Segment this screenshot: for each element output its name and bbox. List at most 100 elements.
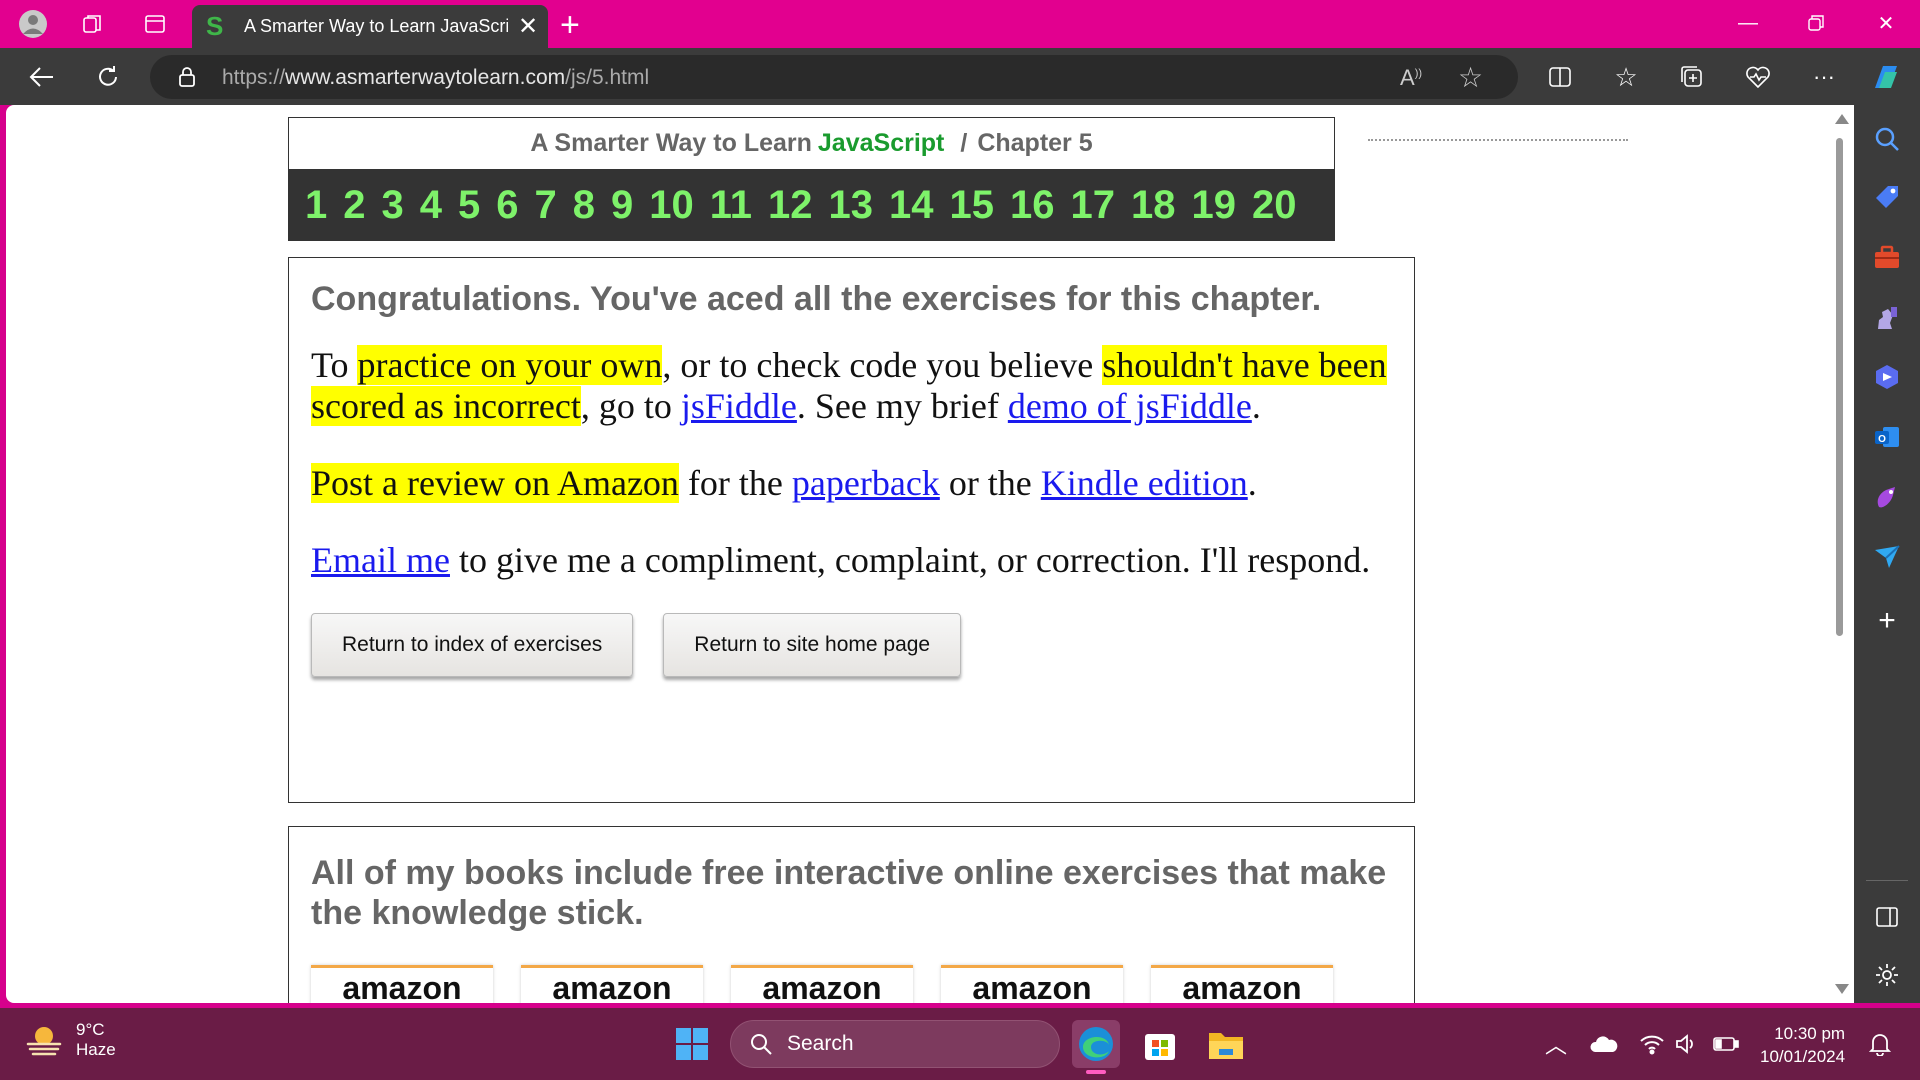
scroll-up-arrow-icon[interactable] [1835,114,1849,124]
outlook-icon[interactable]: O [1871,421,1903,453]
close-window-icon[interactable]: ✕ [1862,6,1910,40]
settings-gear-icon[interactable] [1871,959,1903,991]
back-arrow-icon[interactable] [22,58,62,96]
copilot-icon[interactable] [1866,58,1906,96]
button-row: Return to index of exercises Return to s… [311,613,1392,677]
chapter-nav: 1 2 3 4 5 6 7 8 9 10 11 12 13 14 15 16 17 18 19 20 [289,169,1334,241]
more-options-icon[interactable]: ··· [1804,58,1844,96]
amazon-logo[interactable]: amazon [1151,965,1333,1003]
read-aloud-icon[interactable]: A)) [1400,65,1422,91]
profile-avatar-icon[interactable] [16,8,50,40]
books-panel: All of my books include free interactive… [288,826,1415,1003]
collections-icon[interactable] [1672,58,1712,96]
jsfiddle-link[interactable]: jsFiddle [681,386,797,426]
chapter-link[interactable]: 11 [710,183,752,228]
return-index-button[interactable]: Return to index of exercises [311,613,634,677]
battery-icon[interactable] [1702,1020,1750,1068]
taskbar-search[interactable]: Search [730,1020,1060,1068]
email-me-link[interactable]: Email me [311,540,450,580]
notification-bell-icon[interactable] [1856,1020,1904,1068]
games-icon[interactable] [1871,301,1903,333]
vertical-scrollbar[interactable] [1830,110,1849,1000]
chapter-link[interactable]: 14 [889,183,934,228]
chapter-link[interactable]: 2 [343,183,365,228]
scroll-thumb[interactable] [1836,138,1843,636]
clock-time: 10:30 pm [1774,1024,1846,1043]
shopping-tag-icon[interactable] [1871,181,1903,213]
amazon-logo[interactable]: amazon [311,965,493,1003]
amazon-logo[interactable]: amazon [521,965,703,1003]
start-windows-icon[interactable] [668,1020,716,1068]
file-explorer-icon[interactable] [1202,1020,1250,1068]
haze-sun-icon [26,1027,62,1056]
weather-widget[interactable]: 9°C Haze [24,1020,116,1060]
close-tab-icon[interactable]: ✕ [518,12,538,41]
chapter-link[interactable]: 5 [458,183,480,228]
workspaces-icon[interactable] [76,8,110,40]
new-tab-icon[interactable]: + [560,6,580,45]
chapter-link[interactable]: 3 [382,183,404,228]
return-home-button[interactable]: Return to site home page [663,613,962,677]
jsfiddle-demo-link[interactable]: demo of jsFiddle [1008,386,1252,426]
browser-essentials-icon[interactable] [1738,58,1778,96]
tab-actions-icon[interactable] [138,8,172,40]
congrats-heading: Congratulations. You've aced all the exe… [311,280,1322,318]
chapter-link[interactable]: 6 [496,183,518,228]
page-header: A Smarter Way to Learn JavaScript / Chap… [288,117,1335,241]
amazon-logo[interactable]: amazon [941,965,1123,1003]
chapter-link[interactable]: 15 [950,183,995,228]
edge-browser-icon[interactable] [1072,1020,1120,1068]
scroll-down-arrow-icon[interactable] [1835,984,1849,994]
chapter-link[interactable]: 4 [420,183,442,228]
split-screen-icon[interactable] [1540,58,1580,96]
temperature: 9°C [76,1020,105,1039]
show-hidden-icons-chevron-icon[interactable]: ︿ [1532,1020,1580,1068]
amazon-logo-row: amazon amazon amazon amazon amazon [311,965,1392,1003]
hide-sidebar-icon[interactable] [1871,901,1903,933]
lock-icon[interactable] [178,66,196,93]
kindle-link[interactable]: Kindle edition [1041,463,1248,503]
taskbar-search-icon [751,1034,772,1055]
favorite-star-icon[interactable]: ☆ [1458,61,1483,94]
chapter-label: Chapter 5 [977,129,1093,157]
send-icon[interactable] [1871,541,1903,573]
chapter-link[interactable]: 19 [1192,183,1237,228]
edge-sidebar: O + [1854,105,1920,1003]
onedrive-cloud-icon[interactable] [1580,1020,1628,1068]
active-tab[interactable]: S A Smarter Way to Learn JavaScrip ✕ [192,5,548,48]
add-sidebar-app-icon[interactable]: + [1871,604,1903,637]
chapter-link[interactable]: 9 [611,183,633,228]
chapter-link[interactable]: 18 [1131,183,1176,228]
favorites-icon[interactable]: ☆ [1606,58,1646,96]
paperback-link[interactable]: paperback [792,463,940,503]
chapter-link[interactable]: 20 [1252,183,1297,228]
address-bar[interactable]: https://www.asmarterwaytolearn.com/js/5.… [150,55,1518,99]
system-clock[interactable]: 10:30 pm 10/01/2024 [1760,1022,1845,1068]
weather-condition: Haze [76,1040,116,1059]
tab-title: A Smarter Way to Learn JavaScrip [244,16,508,36]
refresh-icon[interactable] [88,58,128,96]
chapter-link[interactable]: 7 [535,183,557,228]
decorative-dotted-line [1368,139,1628,141]
chapter-link[interactable]: 1 [305,183,327,228]
copilot-app-icon[interactable] [1871,361,1903,393]
practice-paragraph: To practice on your own, or to check cod… [311,345,1387,426]
restore-icon[interactable] [1792,6,1840,40]
tools-icon[interactable] [1871,241,1903,273]
designer-icon[interactable] [1871,481,1903,513]
chapter-link[interactable]: 16 [1010,183,1055,228]
chapter-link[interactable]: 8 [573,183,595,228]
amazon-logo[interactable]: amazon [731,965,913,1003]
microsoft-store-icon[interactable] [1136,1020,1184,1068]
url-text[interactable]: https://www.asmarterwaytolearn.com/js/5.… [222,66,649,90]
edge-active-indicator [1086,1070,1106,1074]
page-title: A Smarter Way to Learn JavaScript / Chap… [530,129,1093,157]
chapter-link[interactable]: 12 [768,183,813,228]
windows-taskbar: 9°C Haze Search ︿ 10:30 pm 10/01/2024 [0,1008,1920,1080]
chapter-link[interactable]: 17 [1071,183,1116,228]
search-icon[interactable] [1871,123,1903,155]
minimize-icon[interactable]: — [1724,6,1772,40]
site-favicon-icon: S [206,11,224,41]
chapter-link[interactable]: 13 [829,183,874,228]
chapter-link[interactable]: 10 [649,183,694,228]
